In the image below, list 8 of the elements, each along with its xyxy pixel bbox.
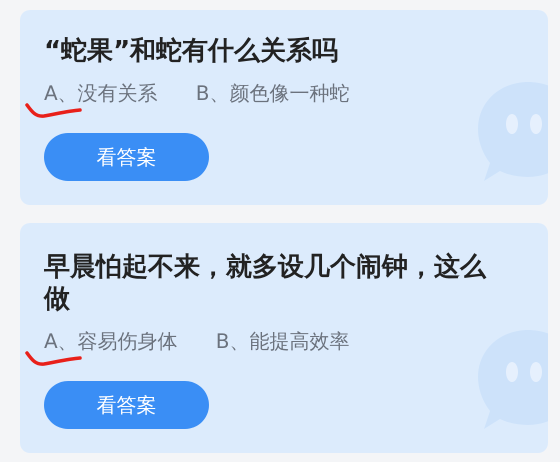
answer-option: B、颜色像一种蛇 [196,80,350,120]
view-answer-button[interactable]: 看答案 [44,381,209,429]
question-title: “蛇果”和蛇有什么关系吗 [44,35,340,67]
answer-option: B、能提高效率 [216,328,350,368]
view-answer-button[interactable]: 看答案 [44,133,209,181]
answer-option: A、容易伤身体 [24,328,178,368]
answer-option: A、没有关系 [24,80,158,120]
question-title: 早晨怕起不来，就多设几个闹钟，这么做 [44,251,488,315]
